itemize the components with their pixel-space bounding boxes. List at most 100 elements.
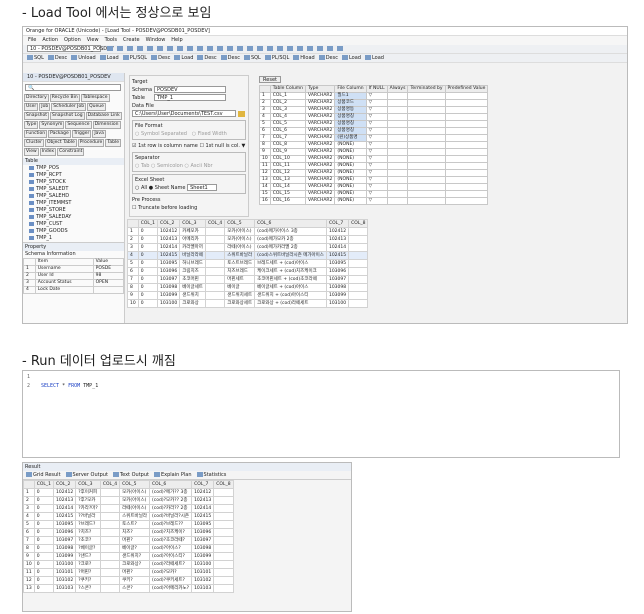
toolbar-button[interactable]: PL/SQL xyxy=(122,54,147,63)
toolbar-button[interactable]: Desc xyxy=(318,54,338,63)
datafile-input[interactable]: C:\Users\User\Documents\TEST.csv xyxy=(132,110,236,117)
terminated-cell[interactable] xyxy=(407,141,446,149)
object-type-tab[interactable]: Scheduler Job xyxy=(51,103,87,111)
toolbar-button[interactable]: Desc xyxy=(47,54,67,63)
object-type-tab[interactable]: Trigger xyxy=(71,130,92,138)
file-column-select[interactable]: (NONE) xyxy=(334,190,367,198)
predefined-cell[interactable] xyxy=(444,183,489,191)
if-null-toggle[interactable]: ▽ xyxy=(365,190,388,198)
if-null-toggle[interactable]: ▽ xyxy=(365,99,388,107)
toolbar-icon[interactable] xyxy=(226,46,233,51)
preview-row[interactable]: 6 0 103096 크림치즈 치즈브레드 케이크세트 + (cod)치즈케이크 10309… xyxy=(127,267,369,276)
if-null-toggle[interactable]: ▽ xyxy=(365,134,388,142)
predefined-cell[interactable] xyxy=(444,141,489,149)
toolbar-button[interactable]: Load xyxy=(341,54,361,63)
if-null-toggle[interactable]: ▽ xyxy=(365,183,388,191)
result-row[interactable]: 12 0 103102 ?쿠키? 쿠키? (cod)?쿠키세트? 103102 xyxy=(23,576,234,585)
result-tab[interactable]: Server Output xyxy=(65,471,108,480)
file-column-select[interactable]: 상품코드 xyxy=(334,99,367,107)
terminated-cell[interactable] xyxy=(407,169,446,177)
toolbar-button[interactable]: Desc xyxy=(151,54,170,63)
toolbar-icon[interactable] xyxy=(166,46,173,51)
truncate-checkbox[interactable]: ☐ Truncate before loading xyxy=(132,205,197,211)
menu-item[interactable]: Action xyxy=(42,37,58,43)
always-cell[interactable] xyxy=(386,197,409,205)
preview-row[interactable]: 2 0 102413 아메리카 모카(아이스) (cod)메가모카 2종 102413 xyxy=(127,235,369,244)
fixed-radio[interactable]: ○ Fixed Width xyxy=(192,131,227,137)
preview-row[interactable]: 7 0 103097 초코머핀 머핀세트 초코머핀세트 + (cod)초코라떼 103097 xyxy=(127,275,369,284)
file-column-select[interactable]: (NONE) xyxy=(334,197,367,205)
toolbar-icon[interactable] xyxy=(326,46,333,51)
tree-item[interactable]: TMP_SALEDAY xyxy=(23,214,124,221)
object-type-tab[interactable]: Java xyxy=(92,130,106,138)
mapping-row[interactable]: 16 COL_16 VARCHAR2 (NONE) ▽ xyxy=(259,197,489,205)
terminated-cell[interactable] xyxy=(407,120,446,128)
toolbar-icon[interactable] xyxy=(306,46,313,51)
file-column-select[interactable]: (NONE) xyxy=(334,141,367,149)
tree-item[interactable]: TMP_RCPT xyxy=(23,172,124,179)
file-column-select[interactable]: (NONE) xyxy=(334,148,367,156)
toolbar-button[interactable]: Unload xyxy=(71,54,96,63)
toolbar-icon[interactable] xyxy=(106,46,113,51)
predefined-cell[interactable] xyxy=(444,134,489,142)
toolbar-icon[interactable] xyxy=(126,46,133,51)
object-type-tab[interactable]: Queue xyxy=(87,103,106,111)
menu-item[interactable]: Option xyxy=(64,37,81,43)
mapping-row[interactable]: 2 COL_2 VARCHAR2 상품코드 ▽ xyxy=(259,99,489,107)
object-type-tab[interactable]: Directory xyxy=(24,94,49,102)
if-null-toggle[interactable]: ▽ xyxy=(365,162,388,170)
delimited-radio[interactable]: ○ Symbol Separated xyxy=(135,131,187,137)
always-cell[interactable] xyxy=(386,106,409,114)
if-null-toggle[interactable]: ▽ xyxy=(365,120,388,128)
result-row[interactable]: 11 0 103101 ?머핀? 머핀? (cod)?모카? 103101 xyxy=(23,568,234,577)
semicolon-radio[interactable]: ○ Semicolon xyxy=(151,163,183,169)
file-column-select[interactable]: (NONE) xyxy=(334,169,367,177)
toolbar-icon[interactable] xyxy=(176,46,183,51)
object-type-tab[interactable]: Dimension xyxy=(92,121,121,129)
result-row[interactable]: 2 0 102413 ?후?모카 모카(아이스) (cod)?모카?? 2종 102413 xyxy=(23,496,234,505)
tree-item[interactable]: TMP_STORE xyxy=(23,207,124,214)
terminated-cell[interactable] xyxy=(407,99,446,107)
if-null-toggle[interactable]: ▽ xyxy=(365,155,388,163)
toolbar-icon[interactable] xyxy=(256,46,263,51)
toolbar-icon[interactable] xyxy=(236,46,243,51)
table-select[interactable]: TMP_1 xyxy=(154,94,226,101)
mapping-row[interactable]: 8 COL_8 VARCHAR2 (NONE) ▽ xyxy=(259,141,489,149)
terminated-cell[interactable] xyxy=(407,183,446,191)
predefined-cell[interactable] xyxy=(444,120,489,128)
predefined-cell[interactable] xyxy=(444,176,489,184)
tree-item[interactable]: TMP_1 xyxy=(23,235,124,242)
file-column-select[interactable]: 상품명칭 xyxy=(334,127,367,135)
preview-row[interactable]: 4 0 102415 바닐라라떼 스위트바닐라 (cod)스위트바닐라시즌 메가아이스 10… xyxy=(127,251,369,260)
browser-search[interactable]: 🔍 xyxy=(25,84,121,91)
file-column-select[interactable]: 상품명칭 xyxy=(334,113,367,121)
tree-item[interactable]: TMP_SALEHD xyxy=(23,193,124,200)
always-cell[interactable] xyxy=(386,190,409,198)
terminated-cell[interactable] xyxy=(407,134,446,142)
result-row[interactable]: 10 0 103100 ?크로? 크로와상? (cod)?라떼세트? 103100 xyxy=(23,560,234,569)
file-column-select[interactable]: 상품명등 xyxy=(334,106,367,114)
result-tab[interactable]: Text Output xyxy=(112,471,149,480)
predefined-cell[interactable] xyxy=(444,92,489,100)
toolbar-button[interactable]: SQL xyxy=(243,54,261,63)
result-tab[interactable]: Explain Plan xyxy=(153,471,192,480)
object-type-tab[interactable]: Database Link xyxy=(85,112,122,120)
file-column-select[interactable]: (NONE) xyxy=(334,162,367,170)
result-tab[interactable]: Grid Result xyxy=(26,471,61,480)
toolbar-icon[interactable] xyxy=(216,46,223,51)
tree-item[interactable]: TMP_POS xyxy=(23,165,124,172)
object-type-tab[interactable]: Snapshot Log xyxy=(50,112,85,120)
terminated-cell[interactable] xyxy=(407,155,446,163)
terminated-cell[interactable] xyxy=(407,162,446,170)
toolbar-icon[interactable] xyxy=(286,46,293,51)
mapping-row[interactable]: 15 COL_15 VARCHAR2 (NONE) ▽ xyxy=(259,190,489,198)
schema-select[interactable]: POSDEV xyxy=(154,86,226,93)
toolbar-button[interactable]: Load xyxy=(174,54,193,63)
menu-item[interactable]: Help xyxy=(171,37,182,43)
toolbar-icon[interactable] xyxy=(116,46,123,51)
toolbar-icon[interactable] xyxy=(186,46,193,51)
mapping-row[interactable]: 3 COL_3 VARCHAR2 상품명등 ▽ xyxy=(259,106,489,114)
mapping-row[interactable]: 1 COL_1 VARCHAR2 필드1 ▽ xyxy=(259,92,489,100)
property-tab[interactable]: Schema Information xyxy=(23,251,124,258)
toolbar-icon[interactable] xyxy=(336,46,343,51)
